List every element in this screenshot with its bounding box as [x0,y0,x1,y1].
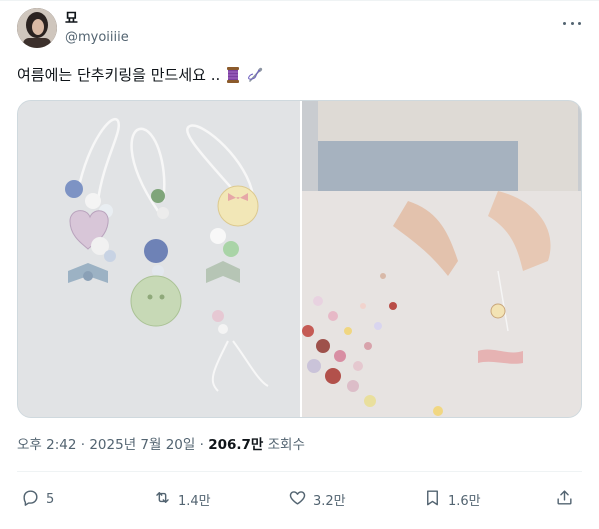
action-bar: 5 1.4만 3.2만 1.6만 [17,485,582,513]
reply-button[interactable]: 5 [21,485,54,513]
like-button[interactable]: 3.2만 [288,485,346,513]
more-dots-icon[interactable] [563,14,581,32]
tweet-text: 여름에는 단추키링을 만드세요 .. [17,66,221,84]
repost-icon [153,488,172,511]
avatar[interactable] [17,8,57,48]
tweet-date[interactable]: 2025년 7월 20일 [89,437,195,453]
meta-separator: · [199,437,204,453]
like-count: 3.2만 [313,493,346,509]
photo-making[interactable] [302,101,582,418]
thread-spool-emoji [224,66,242,84]
bookmark-icon [423,488,442,511]
views-count: 206.7만 [208,437,264,453]
divider [17,471,582,472]
tweet-media[interactable] [17,100,582,418]
tweet-time[interactable]: 오후 2:42 [17,437,76,453]
tweet-text-row: 여름에는 단추키링을 만드세요 .. [17,65,264,85]
needle-emoji [246,66,264,84]
tweet-card: 묘 @myoiiiie 여름에는 단추키링을 만드세요 .. 오후 2:42 ·… [0,0,599,529]
reply-icon [21,488,40,511]
reply-count: 5 [46,491,55,507]
like-icon [288,488,307,511]
share-button[interactable] [555,485,574,513]
share-icon [555,488,574,511]
meta-separator: · [80,437,86,453]
author-names: 묘 @myoiiiie [65,10,129,48]
repost-count: 1.4만 [178,493,211,509]
user-handle[interactable]: @myoiiiie [65,28,129,48]
views-label: 조회수 [267,437,305,453]
tweet-header: 묘 @myoiiiie [17,8,585,52]
display-name[interactable]: 묘 [65,10,129,28]
tweet-meta: 오후 2:42 · 2025년 7월 20일 · 206.7만 조회수 [17,435,305,455]
photo-keychains[interactable] [18,101,300,418]
repost-button[interactable]: 1.4만 [153,485,211,513]
bookmark-count: 1.6만 [448,493,481,509]
bookmark-button[interactable]: 1.6만 [423,485,481,513]
